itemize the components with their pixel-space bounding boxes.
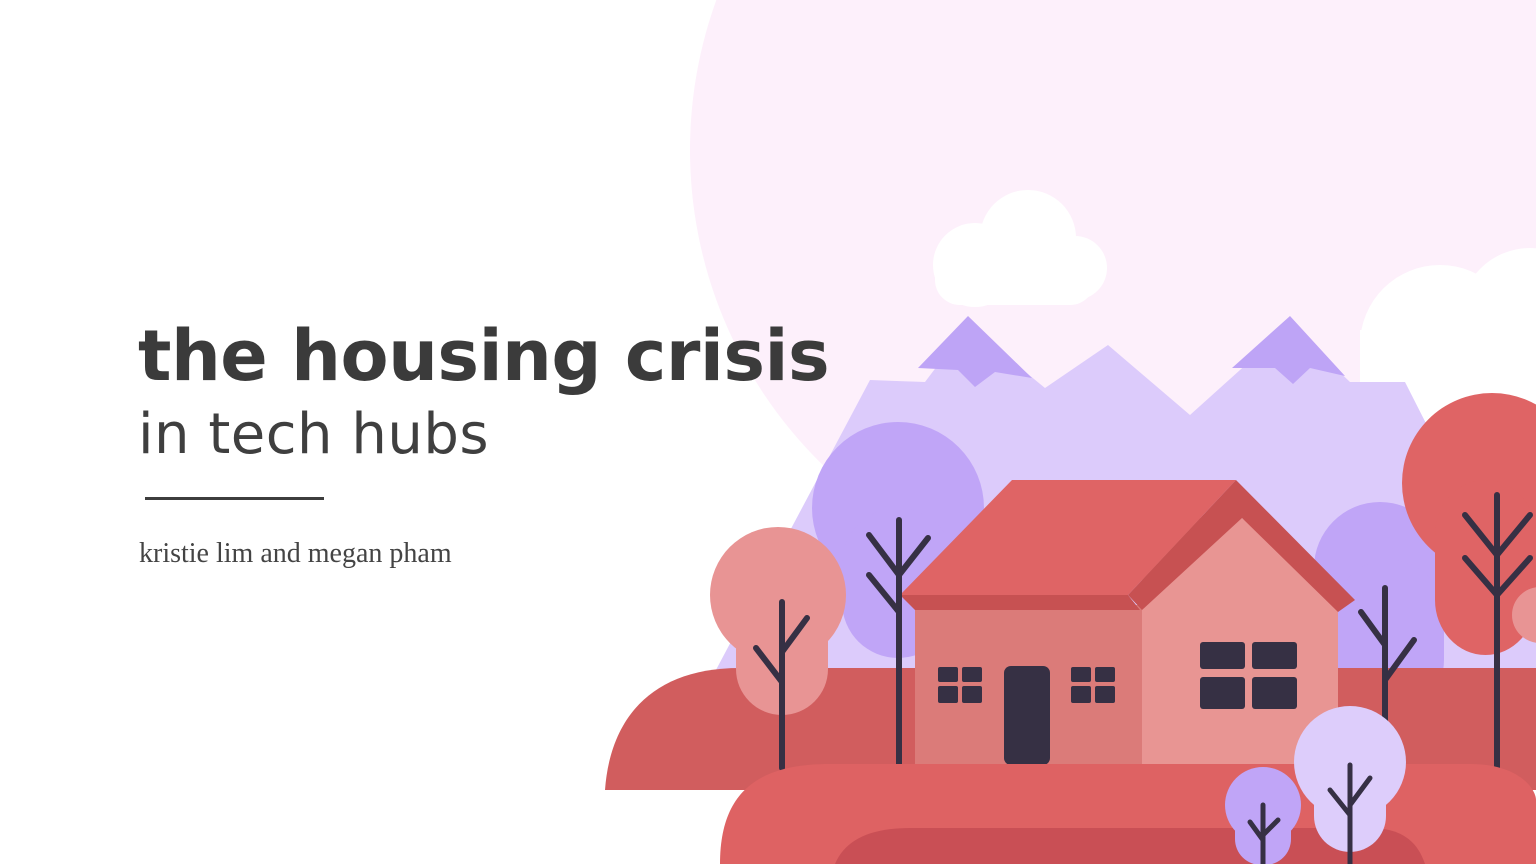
slide-title: the housing crisis	[138, 315, 830, 397]
title-divider	[145, 497, 324, 500]
door	[1004, 666, 1050, 765]
title-slide: the housing crisis in tech hubs kristie …	[0, 0, 1536, 864]
slide-subtitle: in tech hubs	[138, 402, 490, 467]
author-names: kristie lim and megan pham	[139, 538, 452, 569]
title-block: the housing crisis in tech hubs	[138, 312, 898, 470]
